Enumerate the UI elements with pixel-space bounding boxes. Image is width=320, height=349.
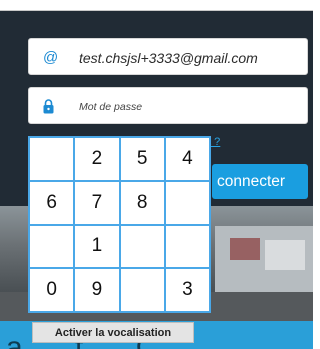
- keypad-key[interactable]: 1: [74, 224, 120, 269]
- building-detail: [230, 238, 260, 260]
- keypad-key[interactable]: 0: [29, 268, 75, 312]
- keypad-key[interactable]: [164, 224, 210, 269]
- keypad-key[interactable]: 8: [119, 180, 165, 225]
- keypad-key[interactable]: 3: [164, 268, 210, 312]
- keypad-key[interactable]: 6: [29, 180, 75, 225]
- keypad-key[interactable]: 9: [74, 268, 120, 312]
- keypad-key[interactable]: [29, 224, 75, 269]
- at-icon: @: [43, 49, 59, 66]
- keypad-key[interactable]: [119, 224, 165, 269]
- keypad-key[interactable]: 5: [119, 137, 165, 181]
- lock-icon: [43, 88, 54, 125]
- keypad-key[interactable]: [164, 180, 210, 225]
- top-bar: [0, 0, 313, 11]
- email-field[interactable]: @ test.chsjsl+3333@gmail.com: [28, 38, 308, 75]
- password-placeholder: Mot de passe: [79, 100, 143, 113]
- vocalisation-button[interactable]: Activer la vocalisation: [32, 322, 194, 343]
- keypad-key[interactable]: [29, 137, 75, 181]
- building-detail: [265, 240, 305, 270]
- email-value: test.chsjsl+3333@gmail.com: [79, 49, 258, 66]
- keypad-key[interactable]: 2: [74, 137, 120, 181]
- keypad-key[interactable]: 7: [74, 180, 120, 225]
- connect-button[interactable]: connecter: [212, 164, 308, 199]
- keypad-key[interactable]: 4: [164, 137, 210, 181]
- virtual-keypad: 2 5 4 6 7 8 1 0 9 3: [28, 136, 211, 313]
- keypad-key[interactable]: [119, 268, 165, 312]
- password-field[interactable]: Mot de passe: [28, 87, 308, 124]
